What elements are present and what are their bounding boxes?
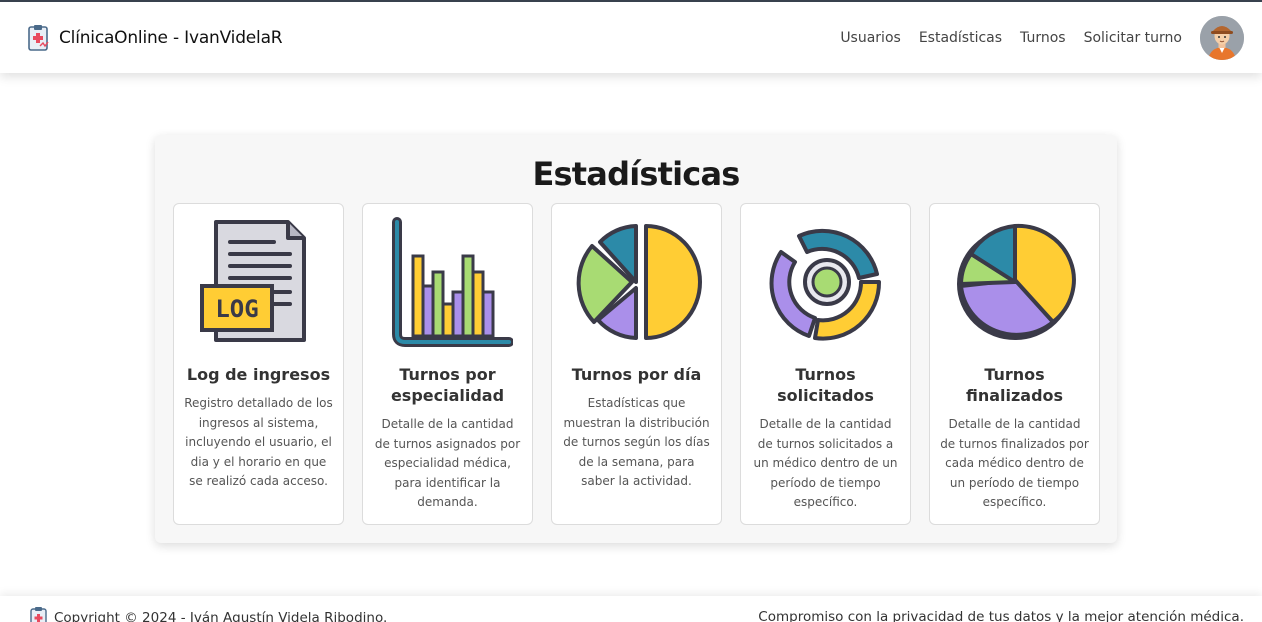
nav-link-turnos[interactable]: Turnos (1020, 30, 1066, 46)
pie-chart-3d-icon (957, 223, 1076, 340)
user-avatar-icon (1200, 15, 1244, 60)
card-turnos-solicitados[interactable]: Turnos solicitados Detalle de la cantida… (740, 203, 911, 525)
nav-links: Usuarios Estadísticas Turnos Solicitar t… (822, 15, 1262, 60)
navbar: ClínicaOnline - IvanVidelaR Usuarios Est… (0, 2, 1262, 73)
copyright-text: Copyright © 2024 - Iván Agustín Videla R… (54, 610, 388, 622)
bar-chart-icon (392, 217, 513, 347)
svg-text:LOG: LOG (215, 295, 258, 323)
footer-tagline: Compromiso con la privacidad de tus dato… (758, 609, 1244, 622)
footer: Copyright © 2024 - Iván Agustín Videla R… (0, 596, 1262, 622)
card-turnos-finalizados[interactable]: Turnos finalizados Detalle de la cantida… (929, 203, 1100, 525)
card-title: Turnos por especialidad (390, 365, 505, 405)
card-description: Detalle de la cantidad de turnos asignad… (374, 417, 521, 509)
card-description: Estadísticas que muestran la distribució… (563, 396, 710, 488)
statistics-panel: Estadísticas LOG Log de ingresos Registr… (155, 135, 1117, 543)
card-title: Turnos por día (571, 365, 702, 384)
card-description: Registro detallado de los ingresos al si… (184, 396, 333, 488)
clipboard-icon (28, 24, 49, 51)
page-title: Estadísticas (532, 155, 741, 193)
brand-name: ClínicaOnline - IvanVidelaR (59, 27, 283, 48)
card-title: Log de ingresos (186, 365, 331, 384)
log-file-icon: LOG (200, 220, 306, 342)
card-description: Detalle de la cantidad de turnos finaliz… (940, 417, 1089, 509)
pie-chart-icon (576, 224, 702, 340)
card-title: Turnos finalizados (965, 365, 1064, 405)
nav-link-estadisticas[interactable]: Estadísticas (919, 30, 1002, 46)
card-description: Detalle de la cantidad de turnos solicit… (753, 417, 898, 509)
card-log-ingresos[interactable]: LOG Log de ingresos Registro detallado d… (173, 203, 344, 525)
nav-link-usuarios[interactable]: Usuarios (840, 30, 901, 46)
card-turnos-dia[interactable]: Turnos por día Estadísticas que muestran… (551, 203, 722, 525)
card-title: Turnos solicitados (777, 365, 874, 405)
card-turnos-especialidad[interactable]: Turnos por especialidad Detalle de la ca… (362, 203, 533, 525)
brand[interactable]: ClínicaOnline - IvanVidelaR (27, 24, 283, 52)
footer-copyright: Copyright © 2024 - Iván Agustín Videla R… (29, 606, 387, 622)
nav-link-solicitar-turno[interactable]: Solicitar turno (1084, 30, 1182, 46)
clipboard-icon (30, 607, 47, 622)
donut-chart-icon (769, 228, 882, 341)
avatar[interactable] (1200, 15, 1244, 60)
